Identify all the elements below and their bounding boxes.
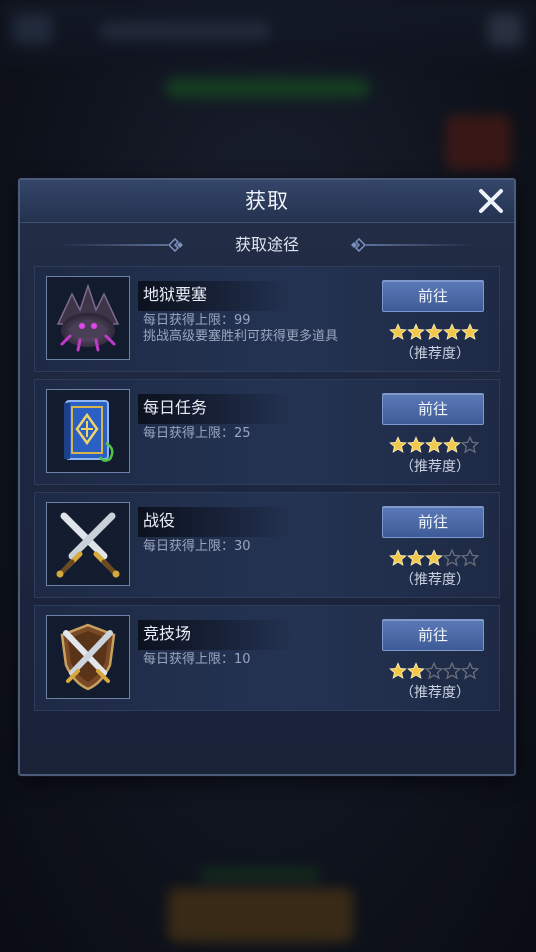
recommendation-label: （推荐度） (400, 346, 470, 362)
recommendation-label: （推荐度） (400, 459, 470, 475)
source-row-daily-quest: 每日任务 每日获得上限：25 前往 （推荐度） (34, 379, 500, 485)
source-name: 每日任务 (143, 398, 208, 417)
star-filled-icon (443, 323, 461, 340)
go-button-daily-quest[interactable]: 前往 (382, 393, 484, 425)
go-button-campaign[interactable]: 前往 (382, 506, 484, 538)
source-description: 挑战高级要塞胜利可获得更多道具 (143, 329, 339, 344)
source-thumb-campaign[interactable] (46, 502, 130, 586)
source-name: 战役 (143, 511, 176, 530)
star-filled-icon (389, 436, 407, 453)
source-daily-limit: 每日获得上限：99 (143, 313, 251, 328)
star-filled-icon (443, 436, 461, 453)
star-filled-icon (425, 323, 443, 340)
close-icon (479, 189, 503, 213)
source-row-campaign: 战役 每日获得上限：30 前往 （推荐度） (34, 492, 500, 598)
close-button[interactable] (474, 184, 508, 218)
star-empty-icon (461, 549, 479, 567)
star-empty-icon (461, 662, 479, 680)
source-name: 地狱要塞 (143, 285, 208, 304)
star-filled-icon (389, 662, 407, 679)
rating-stars (389, 323, 479, 341)
subtitle-row: 获取途径 (20, 232, 514, 258)
star-empty-icon (443, 549, 461, 567)
shield-swords-icon (60, 623, 116, 691)
recommendation-label: （推荐度） (400, 572, 470, 588)
star-filled-icon (407, 549, 425, 566)
star-filled-icon (407, 662, 425, 679)
source-daily-limit: 每日获得上限：30 (143, 539, 251, 554)
star-filled-icon (461, 323, 479, 340)
rating-stars (389, 549, 479, 567)
go-button-fortress[interactable]: 前往 (382, 280, 484, 312)
source-thumb-fortress[interactable] (46, 276, 130, 360)
fortress-dragon-icon (56, 283, 120, 352)
star-filled-icon (389, 323, 407, 340)
source-daily-limit: 每日获得上限：10 (143, 652, 251, 667)
crossed-swords-icon (56, 512, 120, 578)
source-thumb-daily-quest[interactable] (46, 389, 130, 473)
star-empty-icon (425, 662, 443, 680)
rating-stars (389, 662, 479, 680)
acquire-dialog: 获取 获取途径 地狱要塞 每日获得上限：99 挑战高级要塞胜利可获得更多道具 前… (18, 178, 516, 776)
star-empty-icon (443, 662, 461, 680)
star-empty-icon (461, 436, 479, 454)
rating-stars (389, 436, 479, 454)
star-filled-icon (407, 436, 425, 453)
source-row-fortress: 地狱要塞 每日获得上限：99 挑战高级要塞胜利可获得更多道具 前往 （推荐度） (34, 266, 500, 372)
quest-book-icon (64, 400, 114, 462)
divider-right (366, 244, 476, 246)
source-daily-limit: 每日获得上限：25 (143, 426, 251, 441)
ornament-right-icon (351, 238, 366, 252)
dialog-title: 获取 (245, 189, 289, 213)
star-filled-icon (389, 549, 407, 566)
source-row-arena: 竞技场 每日获得上限：10 前往 （推荐度） (34, 605, 500, 711)
star-filled-icon (425, 436, 443, 453)
star-filled-icon (425, 549, 443, 566)
go-button-arena[interactable]: 前往 (382, 619, 484, 651)
source-name: 竞技场 (143, 624, 192, 643)
recommendation-label: （推荐度） (400, 685, 470, 701)
star-filled-icon (407, 323, 425, 340)
source-thumb-arena[interactable] (46, 615, 130, 699)
